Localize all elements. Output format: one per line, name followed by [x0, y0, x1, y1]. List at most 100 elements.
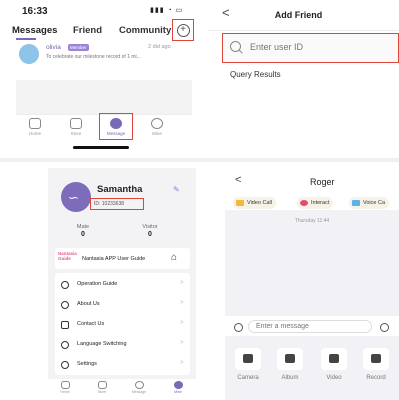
stat-visitor-value: 0	[148, 231, 152, 238]
video-call-label: Video Call	[247, 200, 272, 206]
guide-logo-line2: Guide	[58, 256, 71, 261]
divider	[208, 30, 399, 31]
record-icon	[363, 348, 389, 370]
menu-item-label: Settings	[77, 361, 97, 367]
nav-store[interactable]: Store	[90, 381, 114, 394]
nav-mine[interactable]: Mine	[139, 118, 175, 136]
menu-item-label: Contact Us	[77, 321, 105, 327]
chevron-right-icon: >	[180, 280, 184, 286]
conversation-name: olivia	[46, 44, 61, 51]
user-id-input[interactable]	[250, 42, 390, 52]
menu-item-language[interactable]: Language Switching >	[55, 335, 190, 355]
person-icon	[173, 381, 183, 389]
tab-messages[interactable]: Messages	[12, 25, 57, 36]
image-icon	[277, 348, 303, 370]
menu-item-label: Operation Guide	[77, 281, 118, 287]
user-id[interactable]: ID: 10233638	[94, 201, 124, 207]
mail-icon	[61, 321, 69, 329]
nav-home-label: Home	[28, 131, 41, 136]
album-button[interactable]: Album	[273, 348, 307, 381]
messages-screen: 16:33 ▮▮▮ ◔ ▭ Messages Friend Community …	[0, 0, 200, 152]
divider	[0, 158, 399, 162]
bank-icon: ⌂	[171, 252, 178, 263]
dolphin-icon: ∽	[68, 190, 79, 205]
chevron-right-icon: >	[180, 340, 184, 346]
menu-item-label: About Us	[77, 301, 100, 307]
album-label: Album	[281, 375, 299, 381]
nav-home[interactable]: Home	[53, 381, 77, 394]
chat-title: Roger	[310, 177, 335, 187]
nav-store[interactable]: Store	[58, 118, 94, 136]
menu-item-label: Language Switching	[77, 341, 127, 347]
nav-message[interactable]: Message	[127, 381, 151, 394]
chevron-right-icon: >	[180, 300, 184, 306]
guide-logo: Nantasia Guide	[58, 251, 77, 261]
home-icon	[60, 381, 70, 389]
edit-icon[interactable]: ✎	[173, 185, 180, 194]
status-icons: ▮▮▮ ◔ ▭	[150, 7, 184, 14]
stat-visitor-label[interactable]: Visitor	[130, 224, 170, 230]
camera-label: Camera	[237, 375, 259, 381]
nav-store-label: Store	[70, 131, 82, 136]
avatar[interactable]	[19, 44, 39, 64]
menu-item-settings[interactable]: Settings >	[55, 355, 190, 375]
tab-underline	[16, 38, 36, 40]
video-call-button[interactable]: Video Call	[233, 197, 276, 209]
video-camera-icon	[236, 200, 244, 206]
camera-button[interactable]: Camera	[231, 348, 265, 381]
add-friend-screen: < Add Friend Query Results	[208, 0, 399, 152]
stat-mate-label[interactable]: Mate	[63, 224, 103, 230]
chevron-right-icon: >	[180, 320, 184, 326]
message-timestamp: Thursday 11:44	[294, 218, 330, 224]
globe-icon	[61, 341, 69, 349]
voice-call-label: Voice Ca	[363, 200, 386, 206]
profile-name: Samantha	[97, 184, 143, 195]
conversation-time: 2 did ago	[148, 44, 171, 50]
nav-store-label: Store	[97, 390, 107, 394]
person-icon	[151, 118, 163, 129]
nav-message-label: Message	[131, 390, 147, 394]
interact-button[interactable]: Interact	[297, 197, 334, 209]
conversation-preview[interactable]: To celebrate our milestone record of 1 m…	[46, 54, 141, 60]
message-icon	[134, 381, 144, 389]
camera-icon	[235, 348, 261, 370]
status-time: 16:33	[22, 6, 48, 17]
video-label: Video	[326, 375, 342, 381]
nav-mine-label: Mine	[152, 131, 162, 136]
add-friend-button[interactable]: +	[172, 19, 194, 41]
video-button[interactable]: Video	[317, 348, 351, 381]
page-title: Add Friend	[274, 10, 323, 20]
record-label: Record	[366, 375, 386, 381]
tab-friend[interactable]: Friend	[73, 25, 102, 36]
profile-screen: ∽ Samantha ✎ ID: 10233638 Mate 0 Visitor…	[48, 168, 196, 400]
empty-list-area	[16, 80, 192, 114]
interact-label: Interact	[311, 200, 330, 206]
video-icon	[321, 348, 347, 370]
record-button[interactable]: Record	[359, 348, 393, 381]
chevron-right-icon: >	[180, 360, 184, 366]
message-tab-highlight	[99, 113, 133, 140]
voice-call-button[interactable]: Voice Ca	[349, 197, 390, 209]
chat-screen: < Roger Video Call Interact Voice Ca Thu…	[225, 168, 399, 400]
search-icon	[230, 41, 241, 52]
back-button[interactable]: <	[235, 174, 241, 186]
store-icon	[97, 381, 107, 389]
menu-item-operation-guide[interactable]: Operation Guide >	[55, 275, 190, 295]
heart-icon	[300, 200, 308, 206]
voice-toggle-icon[interactable]	[234, 323, 243, 332]
user-icon	[61, 301, 69, 309]
nav-home[interactable]: Home	[17, 118, 53, 136]
stat-mate-value: 0	[81, 231, 85, 238]
nav-home-label: Home	[60, 390, 70, 394]
tab-community[interactable]: Community	[119, 25, 171, 36]
menu-item-about-us[interactable]: About Us >	[55, 295, 190, 315]
plus-circle-icon: +	[176, 23, 190, 37]
nav-mine[interactable]: Mine	[166, 381, 190, 394]
menu-item-contact-us[interactable]: Contact Us >	[55, 315, 190, 335]
home-indicator	[73, 146, 129, 149]
home-icon	[29, 118, 41, 129]
emoji-icon[interactable]	[380, 323, 389, 332]
member-badge: Member	[68, 44, 89, 51]
microphone-icon	[352, 200, 360, 206]
message-input[interactable]	[248, 320, 372, 333]
